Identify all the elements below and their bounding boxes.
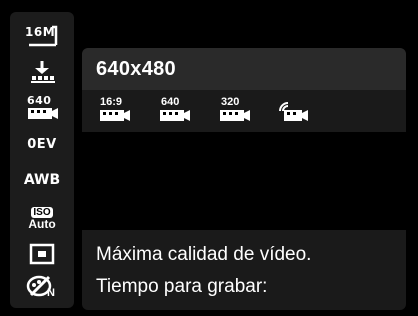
movie-640-option[interactable]: 640 bbox=[154, 96, 198, 126]
movie-size-icon: 640 bbox=[24, 94, 60, 122]
movie-320-icon: 320 bbox=[216, 96, 256, 125]
color-effect-icon: N bbox=[25, 273, 59, 303]
metering-icon bbox=[29, 243, 55, 265]
quality-item[interactable] bbox=[10, 54, 74, 90]
quality-icon bbox=[31, 61, 55, 83]
movie-16-9-icon: 16:9 bbox=[96, 96, 136, 125]
menu-title: 640x480 bbox=[96, 58, 176, 80]
image-size-item[interactable]: 16M bbox=[10, 18, 74, 54]
white-balance-item[interactable]: AWB bbox=[10, 162, 74, 198]
color-effect-item[interactable]: N bbox=[10, 270, 74, 306]
exposure-item[interactable]: 0EV bbox=[10, 126, 74, 162]
movie-web-icon bbox=[279, 102, 308, 121]
metering-item[interactable] bbox=[10, 236, 74, 272]
movie-size-options: 16:9 640 320 bbox=[82, 90, 406, 132]
iso-item[interactable]: ISO Auto bbox=[10, 200, 74, 236]
movie-320-option[interactable]: 320 bbox=[214, 96, 258, 126]
movie-640-icon: 640 bbox=[156, 96, 196, 125]
movie-16-9-option[interactable]: 16:9 bbox=[94, 96, 138, 126]
image-size-icon: 16M bbox=[25, 23, 59, 49]
white-balance-icon: AWB bbox=[23, 172, 61, 188]
info-panel: Máxima calidad de vídeo. Tiempo para gra… bbox=[82, 230, 406, 310]
info-description: Máxima calidad de vídeo. bbox=[96, 244, 312, 265]
info-record-time: Tiempo para grabar: bbox=[96, 276, 268, 297]
exposure-icon: 0EV bbox=[27, 136, 57, 152]
movie-web-option[interactable] bbox=[272, 96, 316, 126]
settings-sidebar: 16M 640 0EV AWB ISO Auto N bbox=[10, 12, 74, 308]
iso-icon: ISO Auto bbox=[28, 206, 56, 231]
movie-size-item[interactable]: 640 bbox=[10, 90, 74, 126]
menu-title-bar: 640x480 bbox=[82, 48, 406, 90]
